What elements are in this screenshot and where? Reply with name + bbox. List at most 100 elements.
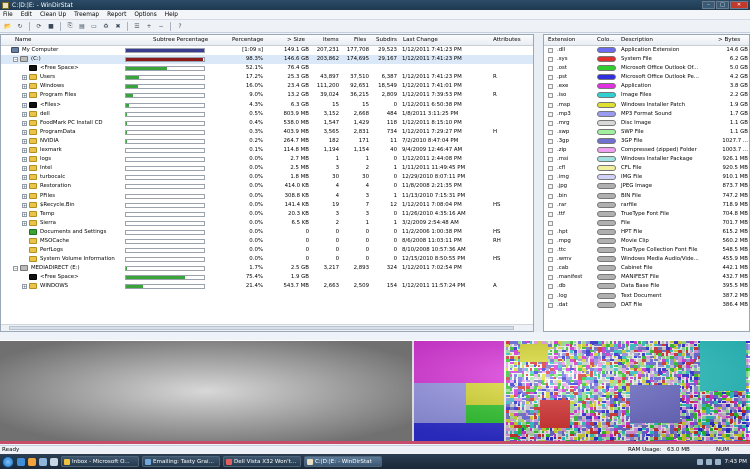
taskbar-item[interactable]: Emailing: Tasty Grai... — [142, 456, 220, 467]
expand-icon[interactable]: + — [22, 129, 27, 135]
tree-row[interactable]: + Windows 16.0% 23.4 GB 111,200 92,651 18,549 1… — [1, 82, 533, 91]
tree-hscrollbar[interactable] — [1, 324, 533, 331]
open-icon[interactable]: 📂 — [3, 21, 13, 31]
treemap-canvas[interactable] — [0, 340, 750, 444]
expand-icon[interactable]: + — [22, 284, 27, 290]
tree-row[interactable]: Documents and Settings 0.0% 0 0 0 0 11/2/2006 … — [1, 228, 533, 237]
tree-row[interactable]: MSOCache 0.0% 0 0 0 0 8/6/2008 11:03:11 PM RH — [1, 237, 533, 246]
extension-row[interactable]: .img IMG File 910.1 MB — [544, 173, 749, 182]
tree-row[interactable]: System Volume Information 0.0% 0 0 0 0 12/15/2… — [1, 255, 533, 264]
explorer-icon[interactable]: ▤ — [77, 21, 87, 31]
minimize-button[interactable]: – — [702, 1, 715, 9]
col-bytes[interactable]: > Bytes — [718, 37, 740, 43]
free-space-cell[interactable] — [0, 341, 412, 441]
expand-icon[interactable]: + — [22, 157, 27, 163]
extension-row[interactable]: .ttf TrueType Font File 704.8 MB — [544, 210, 749, 219]
tree-row[interactable]: + $Recycle.Bin 0.0% 141.4 KB 19 7 12 1/12/2011 … — [1, 201, 533, 210]
col-color[interactable]: Colo... — [597, 37, 615, 43]
extension-row[interactable]: .ttc TrueType Collection Font File 548.5 M… — [544, 246, 749, 255]
extension-row[interactable]: .msp Windows Installer Patch 1.9 GB — [544, 101, 749, 110]
tree-row[interactable]: + NVIDIA 0.2% 264.7 MB 182 171 11 7/2/2010 8:47… — [1, 137, 533, 146]
extension-row[interactable]: .3gp 3GP File 1027.7 ... — [544, 137, 749, 146]
tree-row[interactable]: + Sierra 0.0% 6.5 KB 2 1 1 3/2/2009 2:54:48 AM — [1, 219, 533, 228]
menu-treemap[interactable]: Treemap — [74, 12, 99, 18]
tree-row[interactable]: + dell 0.5% 803.9 MB 3,152 2,668 484 1/8/2011 3… — [1, 110, 533, 119]
expand-icon[interactable]: − — [13, 57, 18, 63]
extension-row[interactable]: .rar rarfile 718.9 MB — [544, 201, 749, 210]
expand-icon[interactable]: + — [22, 148, 27, 154]
extension-row[interactable]: .db Data Base File 395.5 MB — [544, 282, 749, 291]
cmd-icon[interactable]: ▭ — [89, 21, 99, 31]
expand-icon[interactable]: + — [22, 211, 27, 217]
tree-row[interactable]: + Program Files 9.0% 13.2 GB 39,024 36,215 2,8… — [1, 91, 533, 100]
expand-icon[interactable]: + — [22, 84, 27, 90]
help-icon[interactable]: ? — [175, 21, 185, 31]
extension-list[interactable]: Extension Colo... Description > Bytes .d… — [543, 34, 750, 332]
expand-icon[interactable]: + — [22, 166, 27, 172]
vertical-splitter[interactable] — [534, 34, 543, 332]
col-subtree[interactable]: Subtree Percentage — [153, 37, 208, 43]
taskbar-item[interactable]: Inbox - Microsoft O... — [61, 456, 139, 467]
tree-row[interactable]: <Free Space> 52.1% 76.4 GB — [1, 64, 533, 73]
extension-row[interactable]: .mpg Movie Clip 560.2 MB — [544, 237, 749, 246]
zoom-out-icon[interactable]: − — [156, 21, 166, 31]
security-icon[interactable] — [715, 458, 722, 465]
extension-row[interactable]: .mrg Disc Image 1.1 GB — [544, 119, 749, 128]
directory-tree[interactable]: Name Subtree Percentage Percentage > Siz… — [0, 34, 534, 332]
expand-icon[interactable]: + — [22, 111, 27, 117]
extension-row[interactable]: .hpt HPT File 615.2 MB — [544, 228, 749, 237]
extension-row[interactable]: .wmv Windows Media Audio/Vide... 455.9 MB — [544, 255, 749, 264]
extension-row[interactable]: File 701.7 MB — [544, 219, 749, 228]
col-name[interactable]: Name — [15, 37, 32, 43]
tree-row[interactable]: + Temp 0.0% 20.3 KB 3 3 0 11/26/2010 4:35:16 AM — [1, 210, 533, 219]
tree-row[interactable]: + logs 0.0% 2.7 MB 1 1 0 1/12/2011 2:44:08 PM — [1, 155, 533, 164]
menu-report[interactable]: Report — [107, 12, 126, 18]
expand-icon[interactable]: + — [22, 75, 27, 81]
tree-row[interactable]: + WINDOWS 21.4% 543.7 MB 2,663 2,509 154 1/12/2… — [1, 282, 533, 291]
extension-row[interactable]: .log Text Document 387.2 MB — [544, 292, 749, 301]
recycle-icon[interactable]: ♻ — [101, 21, 111, 31]
col-last-change[interactable]: Last Change — [403, 37, 438, 43]
extension-row[interactable]: .bin BIN File 747.2 MB — [544, 192, 749, 201]
col-size[interactable]: > Size — [287, 37, 305, 43]
col-percentage[interactable]: Percentage — [232, 37, 263, 43]
expand-icon[interactable]: + — [22, 138, 27, 144]
extension-row[interactable]: .iso Image Files 2.2 GB — [544, 91, 749, 100]
delete-icon[interactable]: ✖ — [113, 21, 123, 31]
refresh-icon[interactable]: ↻ — [15, 21, 25, 31]
expand-icon[interactable]: + — [22, 93, 27, 99]
extension-row[interactable]: .dat DAT File 386.4 MB — [544, 301, 749, 310]
tree-row[interactable]: My Computer [1:09 s] 149.1 GB 207,231 177,70… — [1, 46, 533, 55]
start-button[interactable] — [2, 455, 14, 468]
copy-icon[interactable]: ⎘ — [65, 21, 75, 31]
stop-icon[interactable]: ■ — [46, 21, 56, 31]
col-items[interactable]: Items — [323, 37, 339, 43]
expand-icon[interactable]: + — [22, 102, 27, 108]
properties-icon[interactable]: ☰ — [132, 21, 142, 31]
tree-row[interactable]: + ProgramData 0.3% 403.9 MB 3,565 2,831 734 1/1… — [1, 128, 533, 137]
extension-row[interactable]: .swp SWP File 1.1 GB — [544, 128, 749, 137]
menu-options[interactable]: Options — [134, 12, 156, 18]
tree-row[interactable]: + PFiles 0.0% 308.8 KB 4 3 1 11/13/2010 7:15:31… — [1, 192, 533, 201]
tree-hscroll-thumb[interactable] — [9, 326, 514, 330]
menu-edit[interactable]: Edit — [21, 12, 32, 18]
extension-row[interactable]: .cfl CFL File 920.5 MB — [544, 164, 749, 173]
taskbar-item[interactable]: Dell Vista X32 Won't... — [223, 456, 301, 467]
tree-row[interactable]: + FoodMark PC Install CD 0.4% 538.0 MB 1,547… — [1, 119, 533, 128]
tree-row[interactable]: + Restoration 0.0% 414.0 KB 4 4 0 11/8/2008 2:2… — [1, 182, 533, 191]
menu-help[interactable]: Help — [165, 12, 178, 18]
tree-row[interactable]: + Users 17.2% 25.3 GB 43,897 37,510 6,387 1/12/… — [1, 73, 533, 82]
menu-file[interactable]: File — [3, 12, 13, 18]
extension-row[interactable]: .pst Microsoft Office Outlook Pe... 4.2 GB — [544, 73, 749, 82]
tree-row[interactable]: − MEDIADIRECT (E:) 1.7% 2.5 GB 3,217 2,893 324… — [1, 264, 533, 273]
col-files[interactable]: Files — [354, 37, 366, 43]
treemap-selection-line[interactable] — [0, 441, 750, 444]
extension-row[interactable]: .sys System File 6.2 GB — [544, 55, 749, 64]
switch-windows-icon[interactable] — [50, 457, 58, 466]
expand-icon[interactable]: + — [22, 193, 27, 199]
extension-row[interactable]: .manifest MANIFEST File 432.7 MB — [544, 273, 749, 282]
col-description[interactable]: Description — [621, 37, 653, 43]
ie-icon[interactable] — [17, 457, 25, 466]
expand-icon[interactable]: + — [22, 120, 27, 126]
firefox-icon[interactable] — [28, 457, 36, 466]
